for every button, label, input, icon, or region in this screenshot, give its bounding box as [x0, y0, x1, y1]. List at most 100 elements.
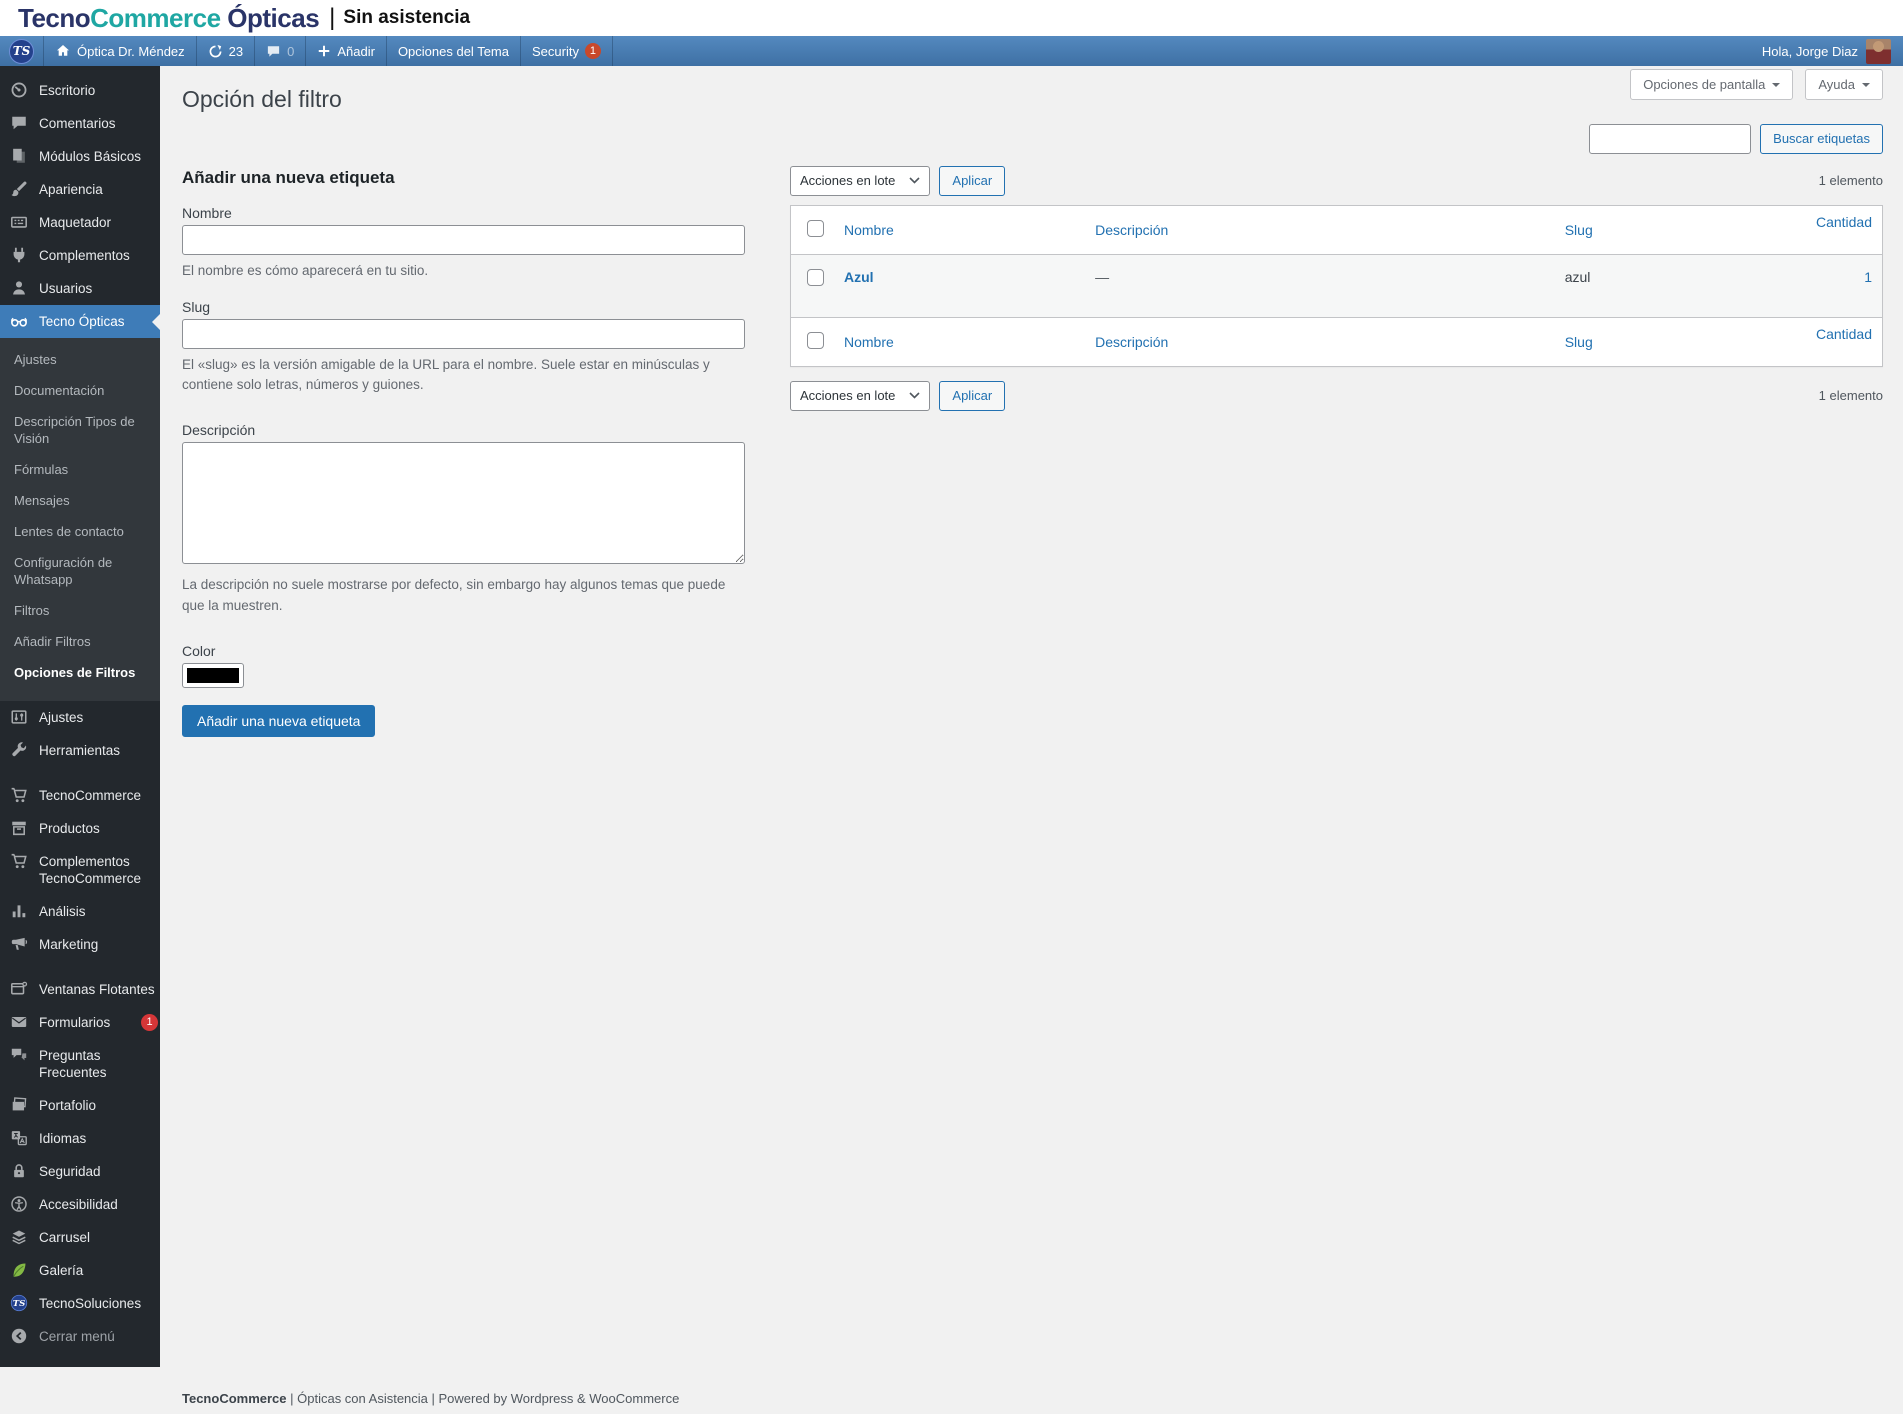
chevron-down-icon [909, 177, 920, 184]
select-row-checkbox[interactable] [807, 268, 824, 286]
sidebar-item-cerrar-menu[interactable]: Cerrar menú [0, 1320, 160, 1353]
bulk-actions-select[interactable]: Acciones en lote [790, 165, 931, 196]
sort-by-count[interactable]: Cantidad [1816, 326, 1872, 342]
slug-help: El «slug» es la versión amigable de la U… [182, 356, 710, 393]
sort-by-name[interactable]: Nombre [844, 334, 894, 350]
search-tags-button[interactable]: Buscar etiquetas [1760, 123, 1883, 154]
sidebar-item-marketing[interactable]: Marketing [0, 928, 160, 961]
submenu-item-anadir-filtros[interactable]: Añadir Filtros [0, 626, 160, 657]
page-title: Opción del filtro [182, 86, 342, 112]
cart-icon [10, 852, 30, 870]
sort-by-slug[interactable]: Slug [1565, 334, 1593, 350]
new-content-menu[interactable]: Añadir [306, 36, 387, 66]
sidebar-item-portafolio[interactable]: Portafolio [0, 1089, 160, 1122]
name-input[interactable] [182, 224, 745, 255]
sidebar-item-accesibilidad[interactable]: Accesibilidad [0, 1188, 160, 1221]
sidebar-item-complementos-tecnocommerce[interactable]: Complementos TecnoCommerce [0, 845, 160, 895]
comments-menu[interactable]: 0 [255, 36, 307, 66]
help-button[interactable]: Ayuda [1805, 69, 1883, 100]
ts-logo-icon: TS [10, 1294, 30, 1312]
color-label: Color [182, 643, 216, 660]
submenu-item-descripcion-tipos-de-vision[interactable]: Descripción Tipos de Visión [0, 406, 160, 454]
sidebar-item-formularios[interactable]: Formularios 1 [0, 1006, 160, 1039]
chevron-down-icon [909, 392, 920, 399]
sort-by-description[interactable]: Descripción [1095, 222, 1168, 238]
search-input[interactable] [1589, 123, 1752, 154]
envelope-icon [10, 1013, 30, 1031]
sidebar-item-comentarios[interactable]: Comentarios [0, 107, 160, 140]
submenu-item-mensajes[interactable]: Mensajes [0, 485, 160, 516]
sidebar-item-tecnocommerce[interactable]: TecnoCommerce [0, 779, 160, 812]
submenu-item-opciones-de-filtros[interactable]: Opciones de Filtros [0, 657, 160, 688]
sort-by-description[interactable]: Descripción [1095, 334, 1168, 350]
sort-by-name[interactable]: Nombre [844, 222, 894, 238]
sidebar-item-escritorio[interactable]: Escritorio [0, 74, 160, 107]
sidebar-item-productos[interactable]: Productos [0, 812, 160, 845]
account-menu[interactable]: Hola, Jorge Diaz [1750, 36, 1903, 66]
footer-text: | Ópticas con Asistencia | Powered by Wo… [286, 1391, 680, 1406]
name-label: Nombre [182, 204, 232, 221]
sort-by-count[interactable]: Cantidad [1816, 214, 1872, 230]
avatar [1866, 38, 1891, 64]
apply-button-bottom[interactable]: Aplicar [939, 380, 1006, 411]
add-tag-button[interactable]: Añadir una nueva etiqueta [182, 705, 376, 738]
security-menu[interactable]: Security 1 [521, 36, 613, 66]
main-content: Opciones de pantalla Ayuda Opción del fi… [160, 66, 1903, 1414]
apply-button[interactable]: Aplicar [939, 165, 1006, 196]
theme-options-menu[interactable]: Opciones del Tema [387, 36, 521, 66]
sort-by-slug[interactable]: Slug [1565, 222, 1593, 238]
unread-count-badge: 1 [141, 1014, 158, 1031]
sidebar-item-seguridad[interactable]: Seguridad [0, 1155, 160, 1188]
sidebar-item-tecnosoluciones[interactable]: TS TecnoSoluciones [0, 1287, 160, 1320]
submenu-item-lentes-de-contacto[interactable]: Lentes de contacto [0, 516, 160, 547]
select-all-checkbox[interactable] [807, 331, 824, 349]
tag-description: — [1095, 268, 1110, 285]
submenu-item-configuracion-de-whatsapp[interactable]: Configuración de Whatsapp [0, 547, 160, 595]
sidebar-item-complementos[interactable]: Complementos [0, 239, 160, 272]
site-name-menu[interactable]: Óptica Dr. Méndez [44, 36, 197, 66]
select-all-checkbox[interactable] [807, 219, 824, 237]
builder-icon [10, 213, 30, 231]
admin-bar: TS Óptica Dr. Méndez 23 0 Añadir Opcione… [0, 36, 1903, 66]
tag-count-link[interactable]: 1 [1864, 269, 1872, 285]
sidebar-item-usuarios[interactable]: Usuarios [0, 272, 160, 305]
description-textarea[interactable] [182, 442, 745, 565]
updates-menu[interactable]: 23 [197, 36, 256, 66]
popup-icon [10, 980, 30, 998]
bulk-actions-select-bottom[interactable]: Acciones en lote [790, 380, 931, 411]
form-heading: Añadir una nueva etiqueta [182, 167, 395, 187]
sidebar-item-tecno-opticas[interactable]: Tecno Ópticas [0, 305, 160, 338]
submenu-item-ajustes[interactable]: Ajustes [0, 344, 160, 375]
sidebar-item-carrusel[interactable]: Carrusel [0, 1221, 160, 1254]
accessibility-icon [10, 1195, 30, 1213]
lock-icon [10, 1162, 30, 1180]
submenu-item-filtros[interactable]: Filtros [0, 595, 160, 626]
slug-input[interactable] [182, 318, 745, 349]
tecno-opticas-submenu: Ajustes Documentación Descripción Tipos de… [0, 338, 160, 701]
chat-icon [10, 1046, 30, 1064]
name-help: El nombre es cómo aparecerá en tu sitio. [182, 262, 429, 278]
appearance-icon [10, 180, 30, 198]
sidebar-item-herramientas[interactable]: Herramientas [0, 734, 160, 767]
sidebar-item-maquetador[interactable]: Maquetador [0, 206, 160, 239]
site-header: TecnoCommerce Ópticas | Sin asistencia [0, 0, 1903, 36]
sidebar-item-ajustes[interactable]: Ajustes [0, 701, 160, 734]
ts-logo-menu[interactable]: TS [0, 36, 44, 66]
brand-divider: | [329, 4, 336, 31]
sidebar-item-modulos-basicos[interactable]: Módulos Básicos [0, 140, 160, 173]
megaphone-icon [10, 935, 30, 953]
color-picker-button[interactable] [182, 663, 244, 689]
analytics-icon [10, 902, 30, 920]
sidebar-item-apariencia[interactable]: Apariencia [0, 173, 160, 206]
sidebar-item-galeria[interactable]: Galería [0, 1254, 160, 1287]
screen-options-button[interactable]: Opciones de pantalla [1630, 69, 1794, 100]
sidebar-item-idiomas[interactable]: Idiomas [0, 1122, 160, 1155]
submenu-item-documentacion[interactable]: Documentación [0, 375, 160, 406]
submenu-item-formulas[interactable]: Fórmulas [0, 454, 160, 485]
sidebar-item-preguntas-frecuentes[interactable]: Preguntas Frecuentes [0, 1039, 160, 1089]
sidebar-item-analisis[interactable]: Análisis [0, 895, 160, 928]
tag-slug: azul [1564, 268, 1591, 285]
translate-icon [10, 1129, 30, 1147]
sidebar-item-ventanas-flotantes[interactable]: Ventanas Flotantes [0, 973, 160, 1006]
tag-name-link[interactable]: Azul [844, 269, 874, 285]
